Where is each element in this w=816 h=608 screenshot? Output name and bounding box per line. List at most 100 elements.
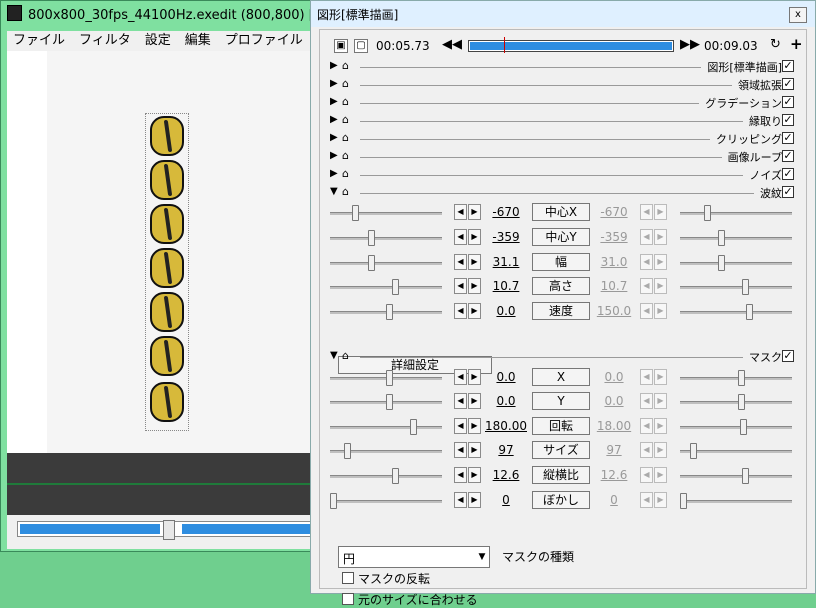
menu-settings[interactable]: 設定 [139, 31, 179, 51]
increment-arrow-icon[interactable]: ▶ [468, 442, 481, 458]
start-value[interactable]: 0 [484, 493, 528, 507]
menu-file[interactable]: ファイル [7, 31, 73, 51]
param-name-button[interactable]: ぼかし [532, 491, 590, 509]
increment-arrow-icon[interactable]: ▶ [468, 278, 481, 294]
slider-thumb[interactable] [746, 304, 753, 320]
slider-thumb[interactable] [386, 304, 393, 320]
param-name-button[interactable]: Y [532, 392, 590, 410]
start-value-slider[interactable] [330, 443, 442, 459]
seek-cursor[interactable] [504, 37, 505, 53]
slider-thumb[interactable] [738, 394, 745, 410]
filter-row[interactable]: ▶ ⌂ 画像ループ ✓ [330, 148, 804, 166]
end-value-slider[interactable] [680, 370, 792, 386]
slider-thumb[interactable] [738, 370, 745, 386]
start-value[interactable]: -359 [484, 230, 528, 244]
filter-enable-checkbox[interactable]: ✓ [782, 168, 794, 180]
value-stepper[interactable]: ◀ ▶ [454, 278, 482, 294]
end-value-slider[interactable] [680, 468, 792, 484]
param-name-button[interactable]: 中心Y [532, 228, 590, 246]
filter-enable-checkbox[interactable]: ✓ [782, 78, 794, 90]
decrement-arrow-icon[interactable]: ◀ [454, 229, 467, 245]
menu-edit[interactable]: 編集 [179, 31, 219, 51]
chevron-down-icon[interactable]: ▼ [475, 548, 489, 566]
expand-triangle-icon[interactable]: ▶ [330, 150, 338, 161]
slider-thumb[interactable] [368, 255, 375, 271]
value-stepper[interactable]: ◀ ▶ [454, 418, 482, 434]
filter-enable-checkbox[interactable]: ✓ [782, 96, 794, 108]
start-value-slider[interactable] [330, 370, 442, 386]
value-stepper[interactable]: ◀ ▶ [454, 254, 482, 270]
invert-mask-checkbox[interactable] [342, 572, 354, 584]
start-value[interactable]: 0.0 [484, 304, 528, 318]
scroll-thumb[interactable] [163, 520, 175, 540]
slider-thumb[interactable] [718, 230, 725, 246]
skip-back-icon[interactable]: ◀◀ [442, 37, 462, 52]
filter-row[interactable]: ▶ ⌂ クリッピング ✓ [330, 130, 804, 148]
decrement-arrow-icon[interactable]: ◀ [454, 442, 467, 458]
value-stepper[interactable]: ◀ ▶ [454, 204, 482, 220]
end-value-slider[interactable] [680, 279, 792, 295]
slider-thumb[interactable] [742, 279, 749, 295]
start-value-slider[interactable] [330, 419, 442, 435]
filter-row[interactable]: ▶ ⌂ ノイズ ✓ [330, 166, 804, 184]
slider-thumb[interactable] [742, 468, 749, 484]
start-value[interactable]: 10.7 [484, 279, 528, 293]
slider-thumb[interactable] [392, 279, 399, 295]
slider-thumb[interactable] [330, 493, 337, 509]
start-value-slider[interactable] [330, 255, 442, 271]
start-value[interactable]: 180.00 [484, 419, 528, 433]
decrement-arrow-icon[interactable]: ◀ [454, 418, 467, 434]
increment-arrow-icon[interactable]: ▶ [468, 229, 481, 245]
frame-scrollbar[interactable] [17, 520, 315, 540]
increment-arrow-icon[interactable]: ▶ [468, 467, 481, 483]
add-filter-icon[interactable]: + [790, 35, 803, 53]
filter-row[interactable]: ▶ ⌂ グラデーション ✓ [330, 94, 804, 112]
decrement-arrow-icon[interactable]: ◀ [454, 369, 467, 385]
end-value-slider[interactable] [680, 493, 792, 509]
menu-profile[interactable]: プロファイル [219, 31, 311, 51]
param-name-button[interactable]: 幅 [532, 253, 590, 271]
start-value-slider[interactable] [330, 468, 442, 484]
start-value[interactable]: 12.6 [484, 468, 528, 482]
decrement-arrow-icon[interactable]: ◀ [454, 278, 467, 294]
start-value[interactable]: 0.0 [484, 370, 528, 384]
decrement-arrow-icon[interactable]: ◀ [454, 254, 467, 270]
value-stepper[interactable]: ◀ ▶ [454, 303, 482, 319]
filter-row-mask[interactable]: ▼ ⌂ マスク ✓ [330, 348, 804, 366]
decrement-arrow-icon[interactable]: ◀ [454, 492, 467, 508]
slider-thumb[interactable] [690, 443, 697, 459]
expand-triangle-icon[interactable]: ▶ [330, 168, 338, 179]
expand-triangle-icon[interactable]: ▶ [330, 78, 338, 89]
param-name-button[interactable]: 高さ [532, 277, 590, 295]
param-name-button[interactable]: 速度 [532, 302, 590, 320]
expand-triangle-icon[interactable]: ▶ [330, 114, 338, 125]
increment-arrow-icon[interactable]: ▶ [468, 369, 481, 385]
end-value-slider[interactable] [680, 230, 792, 246]
increment-arrow-icon[interactable]: ▶ [468, 393, 481, 409]
collapse-triangle-icon[interactable]: ▼ [330, 186, 338, 197]
slider-thumb[interactable] [386, 370, 393, 386]
filter-enable-checkbox[interactable]: ✓ [782, 114, 794, 126]
decrement-arrow-icon[interactable]: ◀ [454, 303, 467, 319]
slider-thumb[interactable] [680, 493, 687, 509]
refresh-icon[interactable]: ↻ [770, 37, 781, 52]
end-value-slider[interactable] [680, 443, 792, 459]
filter-row[interactable]: ▶ ⌂ 領域拡張 ✓ [330, 76, 804, 94]
slider-thumb[interactable] [740, 419, 747, 435]
expand-triangle-icon[interactable]: ▶ [330, 132, 338, 143]
param-name-button[interactable]: 中心X [532, 203, 590, 221]
start-value[interactable]: 97 [484, 443, 528, 457]
param-name-button[interactable]: 回転 [532, 417, 590, 435]
timeline-layer[interactable] [7, 453, 313, 483]
end-value-slider[interactable] [680, 394, 792, 410]
fit-size-checkbox[interactable] [342, 593, 354, 605]
value-stepper[interactable]: ◀ ▶ [454, 467, 482, 483]
menu-filter[interactable]: フィルタ [73, 31, 139, 51]
increment-arrow-icon[interactable]: ▶ [468, 254, 481, 270]
timeline-layer[interactable] [7, 485, 313, 515]
filter-enable-checkbox[interactable]: ✓ [782, 150, 794, 162]
filter-enable-checkbox[interactable]: ✓ [782, 60, 794, 72]
extended-draw-icon[interactable]: ▢ [354, 39, 368, 53]
end-value-slider[interactable] [680, 255, 792, 271]
decrement-arrow-icon[interactable]: ◀ [454, 393, 467, 409]
